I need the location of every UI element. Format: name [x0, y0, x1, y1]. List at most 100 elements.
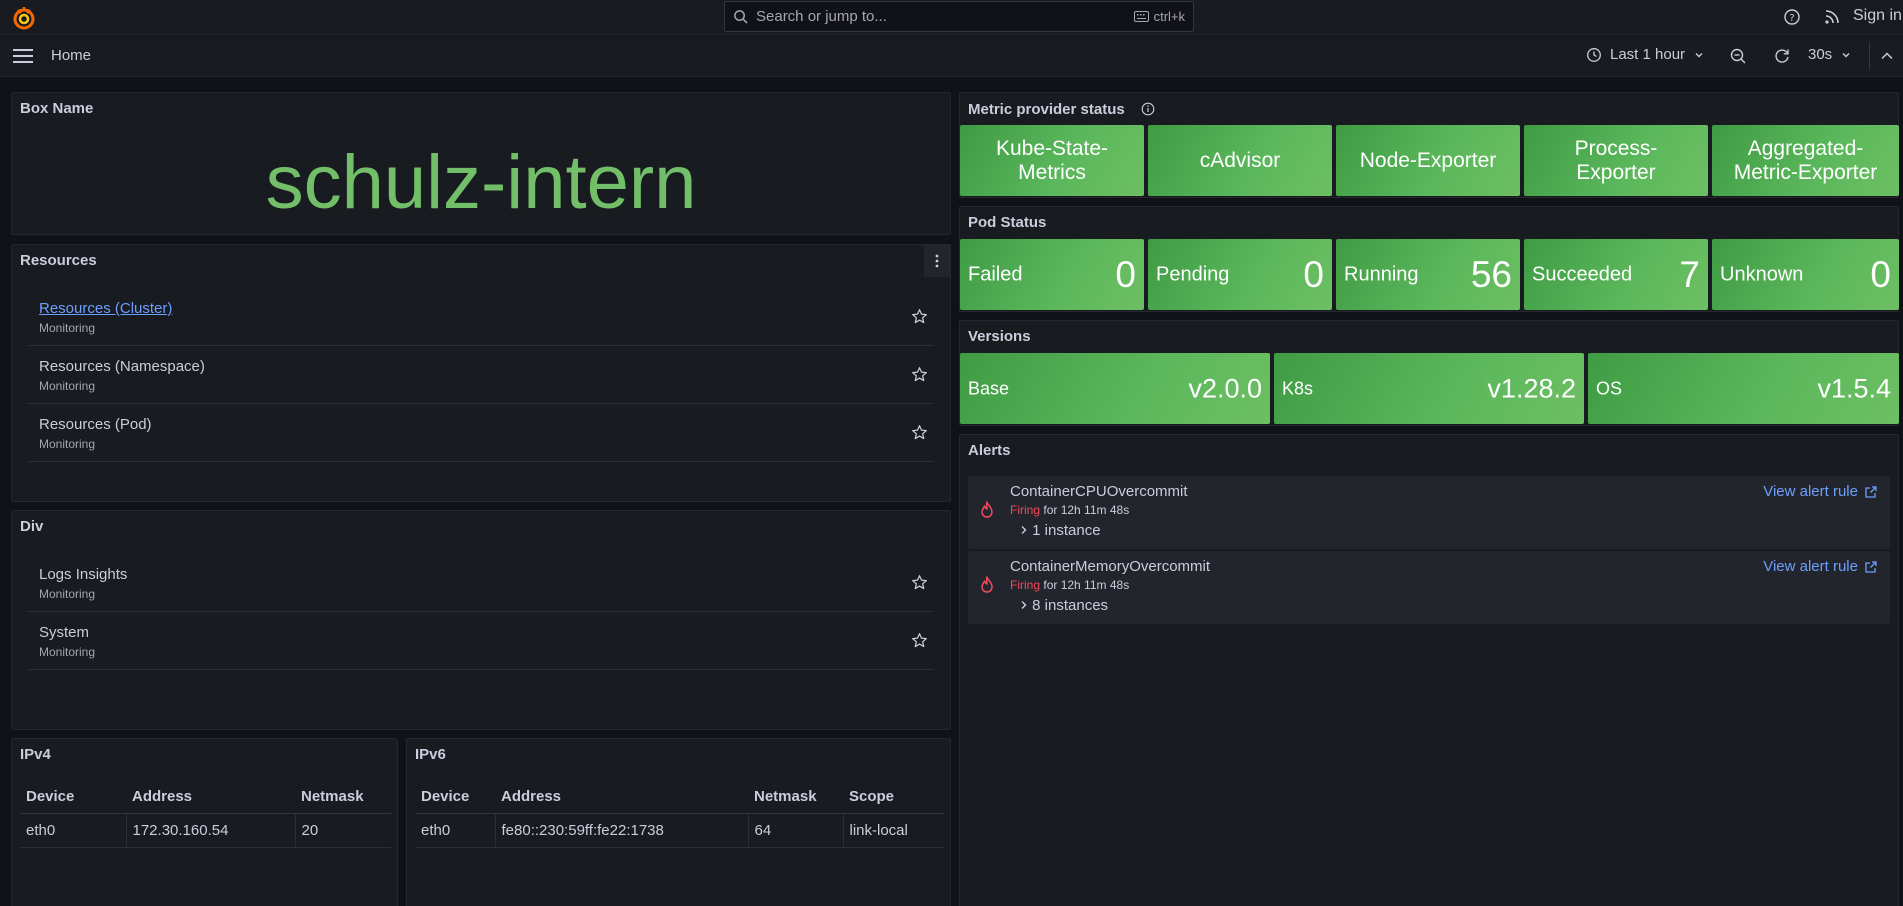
dashboard-link[interactable]: Logs Insights [39, 566, 127, 583]
tile-line: Metric-Exporter [1733, 160, 1878, 184]
alert-name: ContainerCPUOvercommit [1010, 483, 1188, 500]
provider-tile-node-exporter[interactable]: Node-Exporter [1336, 125, 1520, 196]
grafana-logo-icon[interactable] [12, 6, 36, 30]
tile-label: Failed [968, 263, 1023, 285]
provider-tile-process-exporter[interactable]: Process- Exporter [1524, 125, 1708, 196]
version-tile-base[interactable]: Base v2.0.0 [960, 353, 1270, 424]
rss-icon[interactable] [1822, 7, 1842, 27]
pod-tile-succeeded[interactable]: Succeeded 7 [1524, 239, 1708, 310]
dashboard-link[interactable]: Resources (Pod) [39, 416, 152, 433]
tile-value: 7 [1679, 253, 1700, 295]
tile-line: Node-Exporter [1359, 148, 1497, 172]
alert-state: Firing for 12h 11m 48s [1010, 578, 1129, 592]
tile-value: v1.28.2 [1487, 373, 1576, 403]
table-cell: 64 [747, 813, 843, 848]
panel-title: Alerts [968, 442, 1011, 459]
dashboard-folder: Monitoring [39, 379, 96, 393]
menu-icon[interactable] [12, 46, 34, 66]
search-placeholder: Search or jump to... [756, 8, 887, 25]
tile-label: Base [968, 378, 1010, 398]
breadcrumb[interactable]: Home [51, 47, 91, 64]
pod-tile-running[interactable]: Running 56 [1336, 239, 1520, 310]
panel-title: Versions [968, 328, 1031, 345]
tile-label: Pending [1156, 263, 1230, 285]
fire-icon [981, 576, 993, 593]
dashboard-item-resources-namespace[interactable]: Resources (Namespace) Monitoring [28, 346, 934, 404]
refresh-icon[interactable] [1773, 47, 1791, 65]
alert-instances-toggle[interactable]: 1 instance [1020, 522, 1101, 539]
help-icon[interactable]: ? [1782, 7, 1802, 27]
tile-line: Kube-State- [995, 136, 1109, 160]
dashboard-item-logs-insights[interactable]: Logs Insights Monitoring [28, 554, 934, 612]
column-header[interactable]: Device [20, 781, 126, 814]
box-name-panel: Box Name schulz-intern [11, 92, 951, 235]
column-header[interactable]: Device [415, 781, 495, 814]
star-icon[interactable] [911, 366, 928, 383]
alert-state-label: Firing [1010, 578, 1041, 592]
view-alert-rule-link[interactable]: View alert rule [1763, 558, 1878, 575]
version-tile-k8s[interactable]: K8s v1.28.2 [1274, 353, 1584, 424]
more-vertical-icon [935, 254, 939, 268]
panel-menu-button[interactable] [924, 245, 950, 277]
column-header[interactable]: Netmask [295, 781, 391, 814]
column-header[interactable]: Address [495, 781, 748, 814]
alert-state-label: Firing [1010, 503, 1041, 517]
table-cell: 20 [294, 813, 391, 848]
ipv6-table: Device Address Netmask Scope eth0 fe80::… [415, 781, 944, 848]
star-icon[interactable] [911, 308, 928, 325]
sign-in-link[interactable]: Sign in [1853, 7, 1902, 25]
column-header[interactable]: Scope [843, 781, 944, 814]
alert-item[interactable]: ContainerMemoryOvercommit Firing for 12h… [968, 551, 1890, 624]
dashboard-link[interactable]: System [39, 624, 89, 641]
version-tile-os[interactable]: OS v1.5.4 [1588, 353, 1899, 424]
resources-panel: Resources Resources (Cluster) Monitoring… [11, 244, 951, 502]
refresh-interval-picker[interactable]: 30s [1808, 46, 1852, 63]
box-name-value: schulz-intern [265, 140, 697, 225]
dashboard-link[interactable]: Resources (Namespace) [39, 358, 205, 375]
search-bar[interactable]: Search or jump to... ctrl+k [724, 1, 1194, 32]
tile-value: v2.0.0 [1188, 373, 1262, 403]
pod-tile-pending[interactable]: Pending 0 [1148, 239, 1332, 310]
column-header[interactable]: Netmask [748, 781, 843, 814]
dashboard-folder: Monitoring [39, 587, 96, 601]
dashboard-item-resources-pod[interactable]: Resources (Pod) Monitoring [28, 404, 934, 462]
pod-tile-unknown[interactable]: Unknown 0 [1712, 239, 1899, 310]
external-link-icon [1865, 560, 1877, 573]
alert-instances: 8 instances [1032, 597, 1109, 614]
chevron-down-icon [1695, 52, 1703, 57]
info-icon[interactable] [1141, 102, 1155, 116]
alert-state: Firing for 12h 11m 48s [1010, 503, 1129, 517]
panel-title-text: Metric provider status [968, 101, 1125, 118]
column-header[interactable]: Address [126, 781, 295, 814]
dashboard-folder: Monitoring [39, 437, 96, 451]
star-icon[interactable] [911, 424, 928, 441]
time-range-picker[interactable]: Last 1 hour [1586, 46, 1705, 63]
panel-title: Pod Status [968, 214, 1047, 231]
star-icon[interactable] [911, 574, 928, 591]
dashboard-link[interactable]: Resources (Cluster) [39, 300, 172, 317]
dashboard-item-system[interactable]: System Monitoring [28, 612, 934, 670]
keyboard-icon [1133, 11, 1149, 22]
provider-tile-kube-state-metrics[interactable]: Kube-State- Metrics [960, 125, 1144, 196]
nav-bar: Home Last 1 hour 30s [0, 36, 1903, 77]
zoom-out-icon[interactable] [1729, 47, 1747, 65]
ipv4-panel: IPv4 Device Address Netmask eth0 172.30.… [11, 738, 398, 906]
alert-name: ContainerMemoryOvercommit [1010, 558, 1211, 575]
tile-label: K8s [1282, 378, 1314, 398]
provider-tile-cadvisor[interactable]: cAdvisor [1148, 125, 1332, 196]
external-link-icon [1865, 485, 1877, 498]
provider-tile-aggregated-metric-exporter[interactable]: Aggregated- Metric-Exporter [1712, 125, 1899, 196]
panel-title: Box Name [20, 100, 94, 117]
panel-title: IPv4 [20, 746, 51, 763]
view-alert-rule-link[interactable]: View alert rule [1763, 483, 1878, 500]
dashboard-item-resources-cluster[interactable]: Resources (Cluster) Monitoring [28, 288, 934, 346]
star-icon[interactable] [911, 632, 928, 649]
chevron-up-icon[interactable] [1880, 50, 1894, 62]
table-cell: 172.30.160.54 [125, 813, 295, 848]
alert-instances-toggle[interactable]: 8 instances [1020, 597, 1108, 614]
svg-text:?: ? [1789, 13, 1794, 24]
alert-item[interactable]: ContainerCPUOvercommit Firing for 12h 11… [968, 476, 1890, 549]
pod-tile-failed[interactable]: Failed 0 [960, 239, 1144, 310]
table-cell: link-local [842, 813, 944, 848]
clock-icon [1587, 47, 1601, 62]
